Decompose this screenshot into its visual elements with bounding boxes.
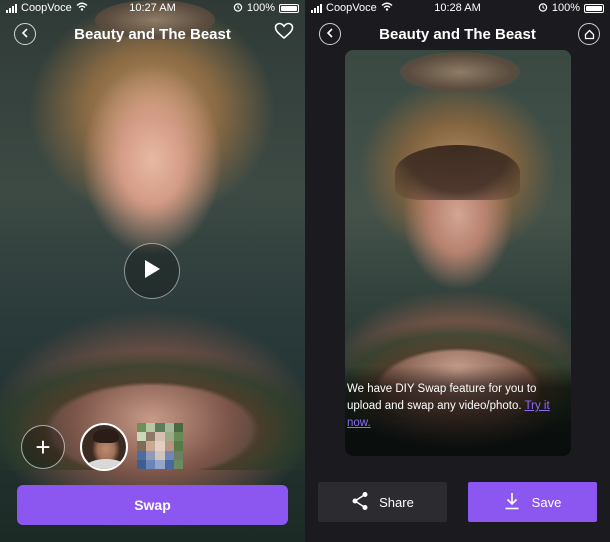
signal-icon [6,3,17,13]
battery-percent: 100% [246,2,275,14]
heart-icon [274,22,294,45]
result-preview[interactable]: We have DIY Swap feature for you to uplo… [345,50,571,456]
alarm-icon [538,2,548,15]
favorite-button[interactable] [273,22,295,44]
play-button[interactable] [124,243,180,299]
page-title: Beauty and The Beast [74,25,231,43]
carrier-group: CoopVoce [311,2,393,14]
status-bar: CoopVoce 10:28 AM 100% [305,0,610,16]
swap-result-screen: CoopVoce 10:28 AM 100% Beauty and The Be… [305,0,610,542]
save-label: Save [531,494,562,510]
alarm-icon [233,2,243,15]
battery-percent: 100% [551,2,580,14]
download-icon [504,492,520,513]
diy-swap-message-text: We have DIY Swap feature for you to uplo… [347,383,537,412]
share-label: Share [379,494,414,510]
status-right: 100% [538,2,604,15]
signal-icon [311,3,322,13]
battery-icon [584,3,604,13]
face-avatar-pixelated[interactable] [137,423,183,469]
back-button[interactable] [319,23,341,45]
selected-face-avatar[interactable] [80,423,128,471]
add-face-button[interactable]: + [21,425,65,469]
back-icon [326,27,334,41]
back-button[interactable] [14,23,36,45]
plus-icon: + [35,431,51,462]
page-title: Beauty and The Beast [379,25,536,43]
carrier-name: CoopVoce [326,2,377,14]
carrier-group: CoopVoce [6,2,88,14]
swap-button[interactable]: Swap [17,485,288,525]
home-icon [584,29,595,40]
result-preview-detail [395,145,520,200]
wifi-icon [76,2,88,14]
home-button[interactable] [578,23,600,45]
header: Beauty and The Beast [0,20,305,48]
save-button[interactable]: Save [468,482,597,522]
play-icon [143,259,161,284]
status-bar: CoopVoce 10:27 AM 100% [0,0,305,16]
swap-preview-screen: CoopVoce 10:27 AM 100% Beauty and The Be… [0,0,305,542]
status-right: 100% [233,2,299,15]
wifi-icon [381,2,393,14]
carrier-name: CoopVoce [21,2,72,14]
header: Beauty and The Beast [305,20,610,48]
share-button[interactable]: Share [318,482,447,522]
result-preview-detail [400,52,520,92]
diy-swap-message: We have DIY Swap feature for you to uplo… [347,381,569,432]
share-icon [351,491,369,514]
battery-icon [279,3,299,13]
back-icon [21,27,29,41]
